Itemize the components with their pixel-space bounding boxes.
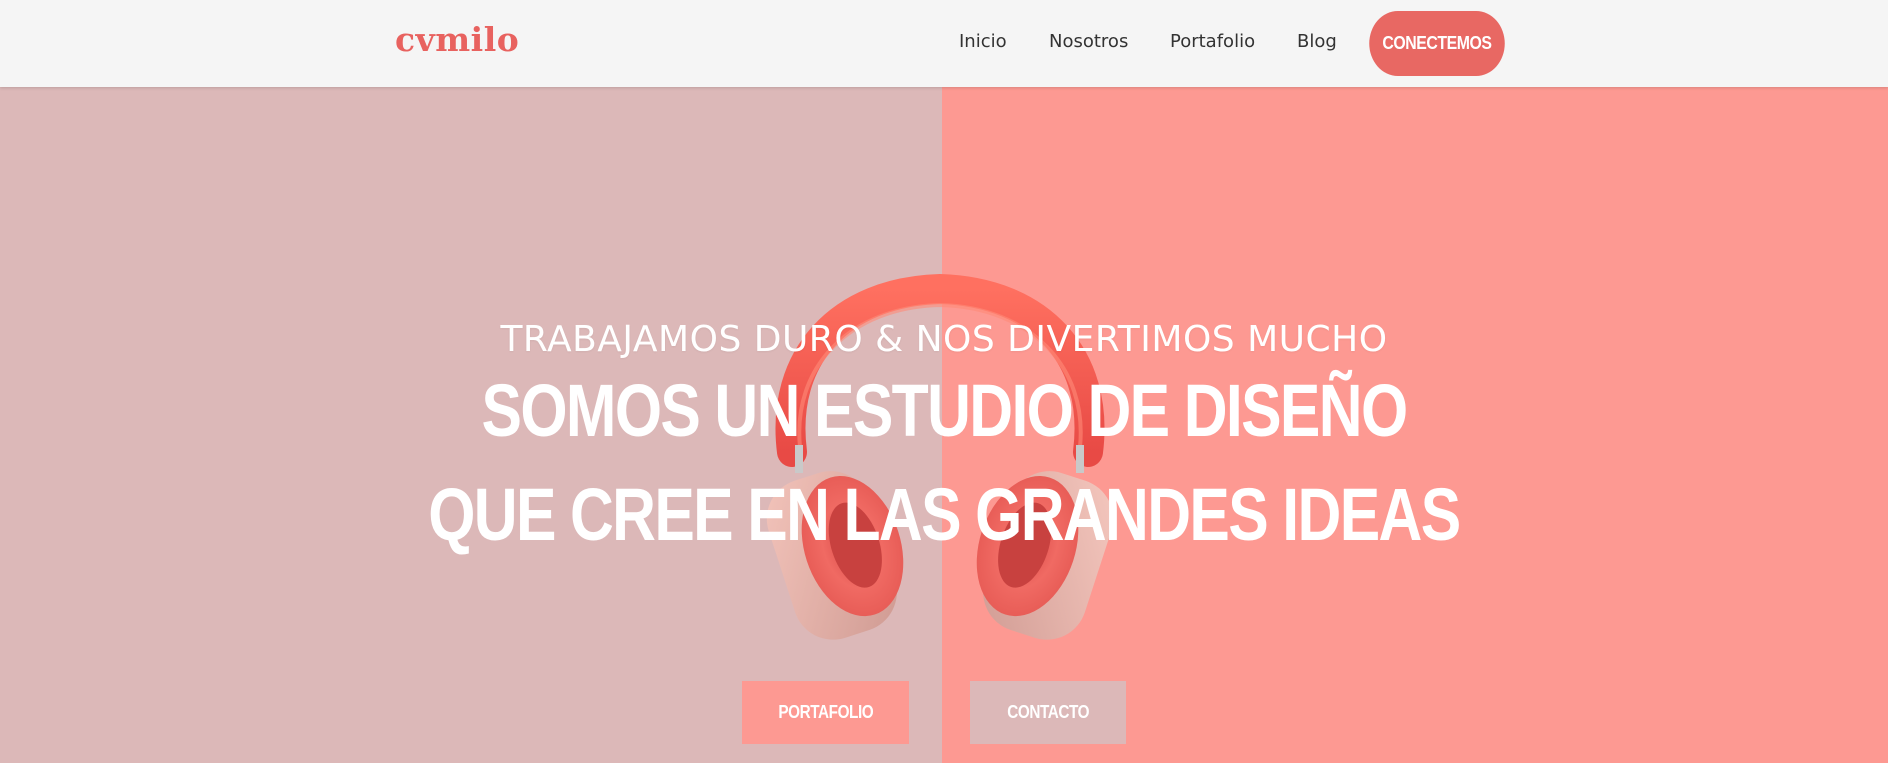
contacto-button[interactable]: CONTACTO bbox=[970, 681, 1126, 744]
nav-link-blog[interactable]: Blog bbox=[1297, 31, 1337, 52]
page: cvmilo Inicio Nosotros Portafolio Blog C… bbox=[0, 0, 1888, 763]
portafolio-button[interactable]: PORTAFOLIO bbox=[742, 681, 909, 744]
portafolio-button-label: PORTAFOLIO bbox=[778, 702, 873, 722]
hero-headline-line-2: QUE CREE EN LAS GRANDES IDEAS bbox=[0, 478, 1888, 552]
hero-headline-line-2-text: QUE CREE EN LAS GRANDES IDEAS bbox=[428, 473, 1461, 556]
hero-headline-line-1-text: SOMOS UN ESTUDIO DE DISEÑO bbox=[481, 369, 1409, 452]
contacto-button-label: CONTACTO bbox=[1007, 702, 1089, 722]
nav-link-inicio[interactable]: Inicio bbox=[959, 31, 1007, 52]
nav-link-nosotros[interactable]: Nosotros bbox=[1049, 31, 1128, 52]
hero-tagline: TRABAJAMOS DURO & NOS DIVERTIMOS MUCHO bbox=[500, 319, 1388, 360]
conectemos-button[interactable]: CONECTEMOS bbox=[1369, 11, 1505, 76]
hero-section: TRABAJAMOS DURO & NOS DIVERTIMOS MUCHO S… bbox=[0, 87, 1888, 763]
logo[interactable]: cvmilo bbox=[395, 20, 519, 59]
site-header: cvmilo Inicio Nosotros Portafolio Blog C… bbox=[0, 0, 1888, 87]
hero-headline-line-1: SOMOS UN ESTUDIO DE DISEÑO bbox=[0, 374, 1888, 448]
nav-link-portafolio[interactable]: Portafolio bbox=[1170, 31, 1255, 52]
